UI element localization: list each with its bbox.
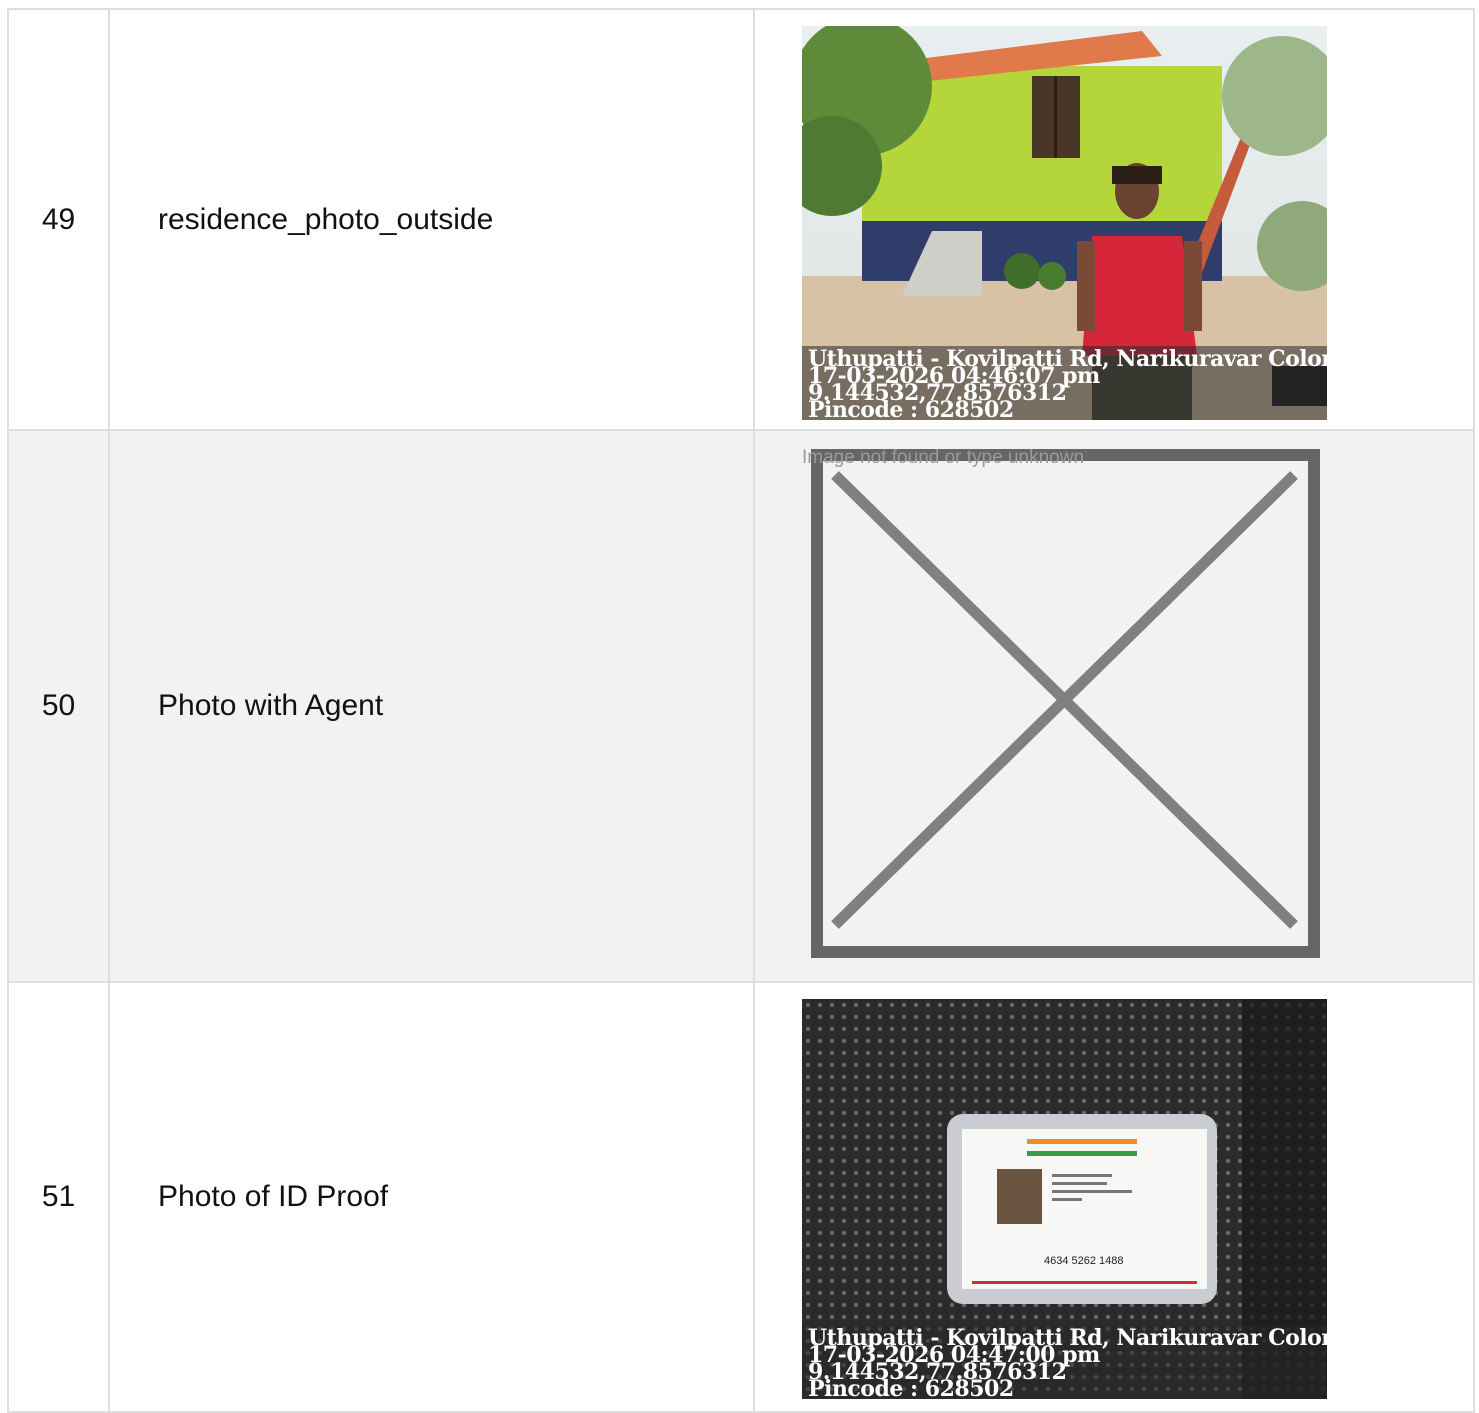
broken-image-icon [811, 449, 1320, 958]
geo-stamp-overlay: Uthupatti - Kovilpatti Rd, Narikuravar C… [802, 1325, 1327, 1399]
id-card-number: 4634 5262 1488 [1044, 1255, 1124, 1267]
document-table: 49 residence_photo_outside Uthupatti - K… [7, 8, 1475, 1413]
row-label: Photo with Agent [108, 429, 755, 983]
residence-photo: Uthupatti - Kovilpatti Rd, Narikuravar C… [802, 26, 1327, 420]
row-number: 49 [7, 8, 110, 431]
id-proof-photo: 4634 5262 1488 Uthupatti - Kovilpatti Rd… [802, 999, 1327, 1399]
broken-image-alt-text: Image not found or type unknown [802, 447, 1085, 468]
broken-image-placeholder: Image not found or type unknown [802, 447, 1327, 967]
table-row: 50 Photo with Agent Image not found or t… [7, 429, 1475, 983]
row-label: Photo of ID Proof [108, 981, 755, 1413]
row-label: residence_photo_outside [108, 8, 755, 431]
table-row: 51 Photo of ID Proof 4634 5262 1488 Uthu… [7, 981, 1475, 1413]
geo-stamp-overlay: Uthupatti - Kovilpatti Rd, Narikuravar C… [802, 346, 1327, 420]
row-number: 51 [7, 981, 110, 1413]
image-cell: Uthupatti - Kovilpatti Rd, Narikuravar C… [753, 8, 1475, 431]
image-cell: 4634 5262 1488 Uthupatti - Kovilpatti Rd… [753, 981, 1475, 1413]
table-row: 49 residence_photo_outside Uthupatti - K… [7, 8, 1475, 431]
image-cell: Image not found or type unknown [753, 429, 1475, 983]
row-number: 50 [7, 429, 110, 983]
